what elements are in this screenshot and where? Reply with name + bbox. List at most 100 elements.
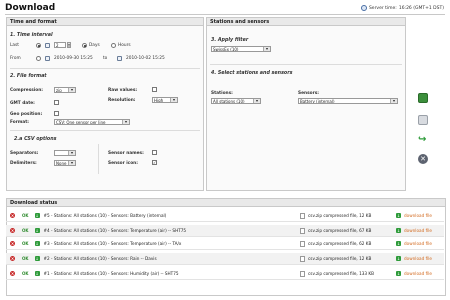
days-label: Days	[89, 43, 100, 48]
remove-icon[interactable]: ×	[10, 241, 15, 246]
download-link[interactable]: download file	[404, 271, 442, 276]
to-label: to	[103, 56, 108, 61]
server-time-value: 16:26 (GMT+1 DST)	[398, 5, 444, 11]
table-row: × OK ↓ #3 - Stations: All stations (10) - S…	[6, 238, 444, 250]
server-time-label: Server time:	[368, 5, 397, 11]
hours-label: Hours	[118, 43, 131, 48]
from-calendar-icon[interactable]	[45, 56, 50, 61]
file-type-icon: ↓	[34, 213, 40, 218]
remove-icon[interactable]: ×	[10, 271, 15, 276]
sensors-label: Sensors:	[298, 91, 319, 96]
last-value-input[interactable]: 2	[54, 42, 66, 48]
download-link[interactable]: download file	[404, 213, 442, 218]
filter-divider	[210, 64, 402, 65]
download-icon[interactable]: ↓	[396, 213, 401, 218]
status-ok: OK	[22, 271, 29, 276]
stations-select[interactable]: All stations (10)	[211, 98, 261, 104]
stations-label: Stations:	[211, 91, 233, 96]
sensor-names-checkbox[interactable]	[152, 150, 157, 155]
row-file-info: csv.zip compressed file, 133 KB	[308, 271, 375, 276]
row-description: #3 - Stations: All stations (10) - Senso…	[43, 241, 182, 246]
resolution-select[interactable]: High	[152, 97, 178, 103]
raw-values-label: Raw values:	[108, 88, 138, 93]
download-link[interactable]: download file	[404, 228, 442, 233]
to-value: 2010-10-02 15:25	[126, 56, 165, 61]
from-value: 2010-09-30 15:25	[54, 56, 93, 61]
format-select[interactable]: CSV: One sensor per line	[54, 119, 130, 125]
separators-label: Separators:	[10, 151, 39, 156]
download-icon[interactable]: ↓	[396, 256, 401, 261]
row-description: #2 - Stations: All stations (10) - Senso…	[43, 256, 157, 261]
remove-icon[interactable]: ×	[10, 256, 15, 261]
row-description: #1 - Stations: All stations (10) - Senso…	[43, 271, 179, 276]
row-file-info: csv.zip compressed file, 12 KB	[308, 256, 372, 261]
table-row: × OK ↓ #1 - Stations: All stations (10) - S…	[6, 268, 444, 280]
file-type-icon: ↓	[34, 228, 40, 233]
raw-values-checkbox[interactable]	[152, 87, 157, 92]
format-label: Format:	[10, 120, 29, 125]
last-value-spinner[interactable]: ▴ ▾	[67, 42, 71, 48]
download-link[interactable]: download file	[404, 241, 442, 246]
remove-icon[interactable]: ×	[10, 228, 15, 233]
stations-header: Stations and sensors	[207, 18, 405, 26]
sensor-icon-checkbox[interactable]: ✓	[152, 160, 157, 165]
row-file-info: csv.zip compressed file, 12 KB	[308, 213, 372, 218]
row-description: #4 - Stations: All stations (10) - Senso…	[43, 228, 187, 233]
download-icon[interactable]: ↓	[396, 271, 401, 276]
last-radio[interactable]	[36, 43, 41, 48]
page-title: Download	[5, 3, 56, 13]
geo-position-label: Geo position:	[10, 112, 43, 117]
time-format-header: Time and format	[7, 18, 203, 26]
file-type-icon: ↓	[34, 256, 40, 261]
csv-vertical-divider	[98, 144, 99, 174]
file-format-title: 2. File format	[10, 74, 47, 79]
csv-options-title: 2.a CSV options	[14, 137, 57, 142]
separators-select[interactable]	[54, 150, 76, 156]
document-icon[interactable]	[418, 115, 428, 125]
hours-radio[interactable]	[111, 43, 116, 48]
refresh-arrow-icon[interactable]: ↪	[418, 135, 428, 145]
sensor-icon-label: Sensor icon:	[108, 161, 138, 166]
status-ok: OK	[22, 241, 29, 246]
days-radio[interactable]	[82, 43, 87, 48]
header-divider	[5, 14, 445, 15]
download-status-header: Download status	[7, 199, 445, 207]
compression-label: Compression:	[10, 88, 44, 93]
status-ok: OK	[22, 213, 29, 218]
cancel-icon[interactable]: ✕	[418, 154, 428, 164]
download-icon[interactable]: ↓	[396, 241, 401, 246]
from-radio[interactable]	[36, 56, 41, 61]
filter-select[interactable]: SwissEx (10)	[211, 46, 271, 52]
format-divider	[10, 130, 200, 131]
clock-icon	[360, 5, 367, 11]
geo-position-checkbox[interactable]	[54, 111, 59, 116]
last-label: Last	[10, 43, 19, 48]
download-link[interactable]: download file	[404, 256, 442, 261]
table-row: × OK ↓ #4 - Stations: All stations (10) - S…	[6, 225, 444, 237]
download-save-icon[interactable]	[418, 93, 428, 103]
delimiters-select[interactable]: None	[54, 160, 76, 166]
stations-panel: Stations and sensors	[206, 17, 406, 191]
compression-select[interactable]: zip	[54, 87, 76, 93]
file-icon	[300, 255, 305, 262]
server-time: Server time: 16:26 (GMT+1 DST)	[360, 5, 444, 11]
sensors-select[interactable]: Battery (internal)	[298, 98, 398, 104]
download-icon[interactable]: ↓	[396, 228, 401, 233]
gmt-date-checkbox[interactable]	[54, 100, 59, 105]
row-description: #5 - Stations: All stations (10) - Senso…	[43, 213, 167, 218]
gmt-date-label: GMT date:	[10, 101, 35, 106]
file-type-icon: ↓	[34, 241, 40, 246]
remove-icon[interactable]: ×	[10, 213, 15, 218]
file-type-icon: ↓	[34, 271, 40, 276]
table-row: × OK ↓ #2 - Stations: All stations (10) - S…	[6, 253, 444, 265]
file-icon	[300, 240, 305, 247]
file-icon	[300, 270, 305, 277]
status-ok: OK	[22, 228, 29, 233]
delimiters-label: Delimiters:	[10, 161, 37, 166]
table-row: × OK ↓ #5 - Stations: All stations (10) - S…	[6, 210, 444, 222]
row-file-info: csv.zip compressed file, 62 KB	[308, 241, 372, 246]
apply-filter-title: 3. Apply filter	[211, 38, 249, 43]
to-calendar-icon[interactable]	[117, 56, 122, 61]
last-clock-icon	[45, 43, 50, 48]
status-ok: OK	[22, 256, 29, 261]
